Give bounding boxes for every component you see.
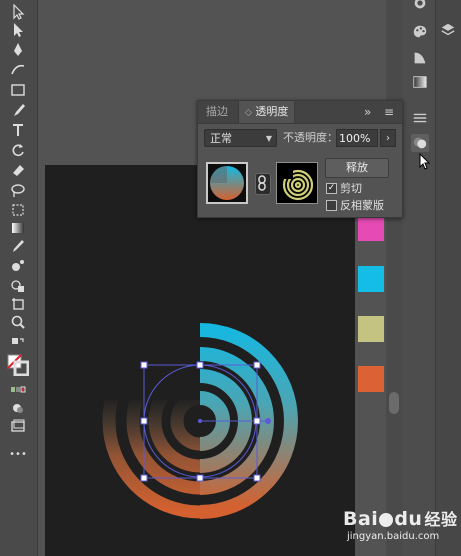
clip-label: 剪切 <box>340 182 362 195</box>
fill-stroke-swap-icon[interactable] <box>7 334 29 354</box>
mask-thumbnail[interactable] <box>276 162 318 204</box>
watermark-url: jingyan.baidu.com <box>347 531 440 542</box>
color-mode-buttons-icon[interactable] <box>7 380 29 400</box>
panel-menu-icon[interactable]: ≡ <box>384 101 394 123</box>
release-button[interactable]: 释放 <box>325 158 389 178</box>
chevron-down-icon: ▼ <box>265 134 272 143</box>
opacity-slider-arrow-icon[interactable]: › <box>380 129 396 147</box>
artboard-tool-icon[interactable] <box>7 294 29 314</box>
panel-expand-icon[interactable]: » <box>364 101 371 123</box>
blend-mode-value: 正常 <box>210 132 232 145</box>
free-transform-tool-icon[interactable] <box>7 200 29 220</box>
invert-mask-checkbox-row[interactable]: 反相蒙版 <box>326 198 384 212</box>
object-thumbnail-image <box>208 164 246 202</box>
baidu-jingyan-watermark: Bai du 经验 jingyan.baidu.com <box>343 508 457 543</box>
tab-transparency[interactable]: ◇ 透明度 <box>238 101 296 123</box>
clip-checkbox[interactable]: ✓ <box>326 182 337 194</box>
watermark-brand-du: du <box>394 508 423 530</box>
type-tool-icon[interactable] <box>7 120 29 140</box>
swatch-khaki[interactable] <box>358 316 384 342</box>
swatch-magenta[interactable] <box>358 215 384 241</box>
color-palette-icon[interactable] <box>411 23 429 41</box>
cursor-arrow-icon <box>419 153 431 170</box>
eraser-tool-icon[interactable] <box>7 160 29 180</box>
rectangle-tool-icon[interactable] <box>7 80 29 100</box>
baidu-paw-logo <box>379 512 394 527</box>
paintbrush-tool-icon[interactable] <box>7 100 29 120</box>
swatch-cyan[interactable] <box>358 266 384 292</box>
shape-builder-tool-icon[interactable] <box>7 276 29 296</box>
panel-tab-bar: 描边 ◇ 透明度 » ≡ <box>198 101 402 124</box>
swatch-gradient-icon[interactable] <box>411 73 429 91</box>
direct-selection-tool-icon[interactable] <box>7 20 29 40</box>
vertical-scrollbar[interactable] <box>386 0 402 556</box>
opacity-label: 不透明度： <box>283 131 338 144</box>
screen-mode-icon[interactable] <box>7 416 29 436</box>
opacity-input[interactable]: 100% <box>336 129 378 147</box>
mask-thumbnail-image <box>277 163 317 203</box>
appearance-icon[interactable] <box>411 0 429 12</box>
watermark-suffix: 经验 <box>424 510 458 529</box>
watermark-brand: Bai <box>343 508 379 530</box>
transparency-panel: 描边 ◇ 透明度 » ≡ 正常 ▼ 不透明度： 100% › 释放 ✓ 剪切 反… <box>197 100 403 218</box>
tab-stroke[interactable]: 描边 <box>206 101 228 123</box>
invert-mask-label: 反相蒙版 <box>340 199 384 212</box>
libraries-icon[interactable] <box>437 20 459 40</box>
gradient-panel-icon[interactable] <box>411 49 429 67</box>
curvature-tool-icon[interactable] <box>7 60 29 80</box>
tab-modifier-icon: ◇ <box>245 108 252 118</box>
stroke-lines-icon[interactable] <box>411 109 429 127</box>
draw-mode-icon[interactable] <box>7 398 29 418</box>
tools-panel: ••• <box>0 0 38 556</box>
swatch-orange[interactable] <box>358 366 384 392</box>
selection-tool-icon[interactable] <box>7 2 29 22</box>
scroll-thumb[interactable] <box>389 392 399 414</box>
symbol-sprayer-tool-icon[interactable] <box>7 256 29 276</box>
mask-link-icon[interactable] <box>255 173 271 195</box>
invert-mask-checkbox[interactable] <box>326 199 337 211</box>
zoom-tool-icon[interactable] <box>7 312 29 332</box>
eyedropper-tool-icon[interactable] <box>7 236 29 256</box>
rotate-tool-icon[interactable] <box>7 140 29 160</box>
transparency-panel-icon[interactable] <box>411 134 429 152</box>
clip-checkbox-row[interactable]: ✓ 剪切 <box>326 181 362 195</box>
artwork[interactable] <box>45 165 355 556</box>
object-thumbnail[interactable] <box>206 162 248 204</box>
tab-transparency-label: 透明度 <box>255 105 289 118</box>
gradient-tool-icon[interactable] <box>7 218 29 238</box>
fill-stroke-swatch-icon[interactable] <box>7 352 29 378</box>
blend-mode-select[interactable]: 正常 ▼ <box>204 129 277 147</box>
collapsed-panels-column <box>402 0 436 556</box>
pen-tool-icon[interactable] <box>7 40 29 60</box>
lasso-tool-icon[interactable] <box>7 180 29 200</box>
more-tools-icon[interactable]: ••• <box>7 444 29 464</box>
